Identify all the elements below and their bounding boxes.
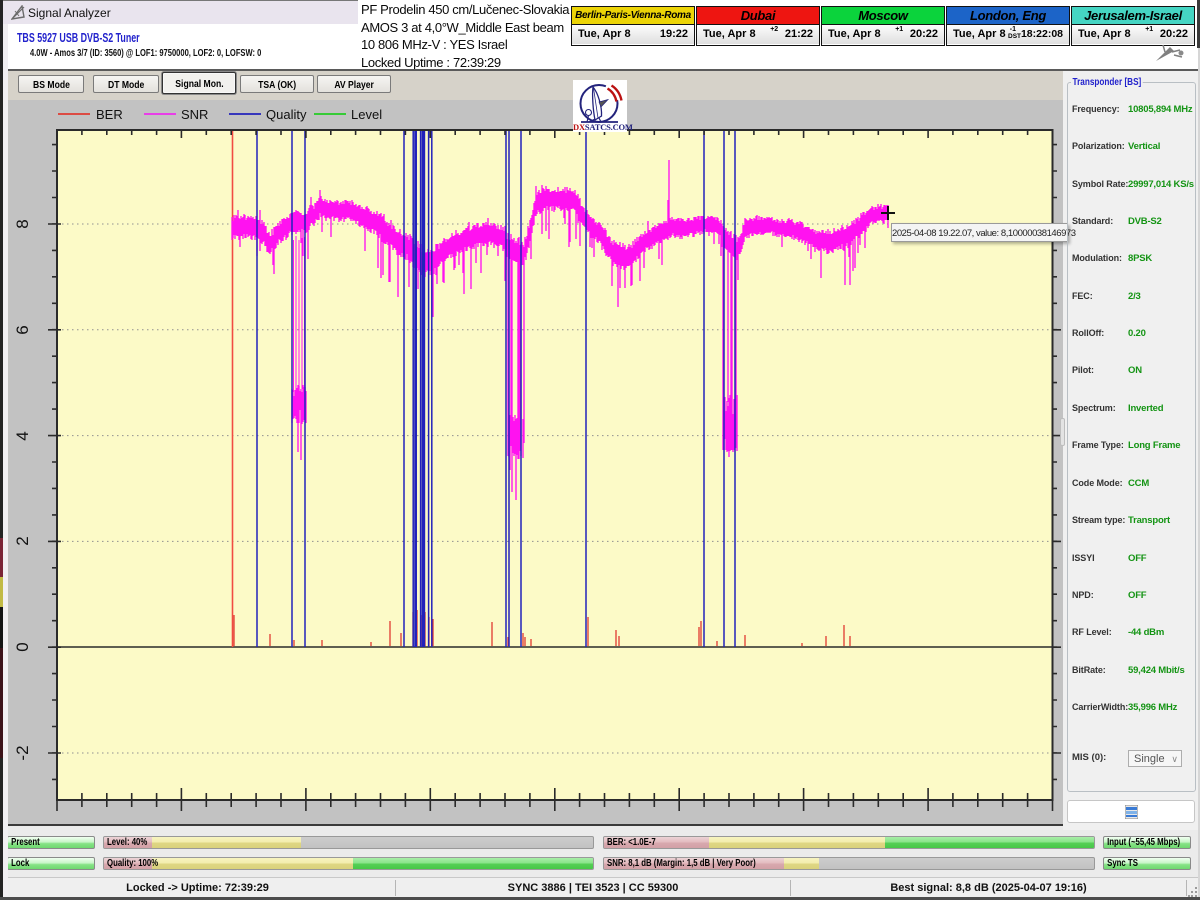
svg-text:Level: Level [351,107,382,122]
svg-text:SNR: SNR [181,107,208,122]
svg-text:BER: BER [96,107,123,122]
svg-text:-2: -2 [13,745,32,760]
svg-text:6: 6 [13,325,32,334]
svg-text:4: 4 [13,431,32,440]
svg-text:8: 8 [13,219,32,228]
svg-text:2: 2 [13,536,32,545]
svg-text:Quality: Quality [266,107,307,122]
svg-text:0: 0 [13,642,32,651]
